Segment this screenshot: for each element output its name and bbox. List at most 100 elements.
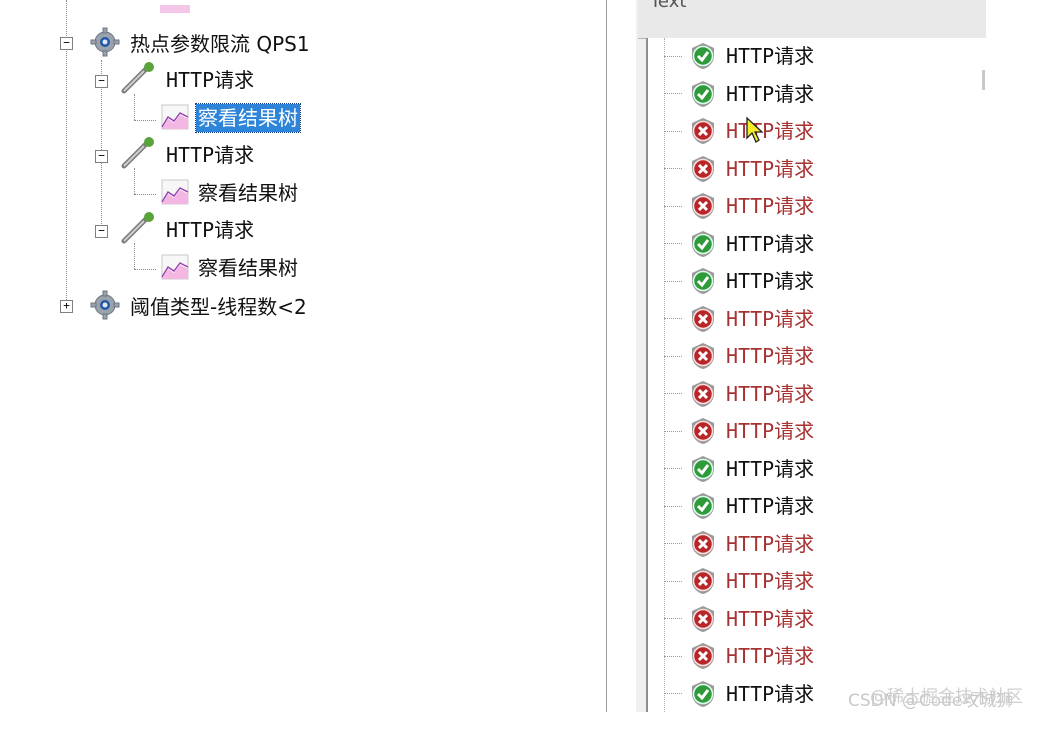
tree-connector	[664, 468, 682, 469]
tree-node-view-results-tree[interactable]: 察看结果树	[160, 101, 301, 135]
tree-connector	[664, 543, 682, 544]
tree-node-label: HTTP请求	[166, 143, 255, 167]
tree-node-http-request[interactable]: HTTP请求	[120, 211, 256, 249]
success-shield-icon	[688, 79, 718, 109]
result-tree-graph-icon	[160, 0, 190, 13]
collapse-toggle[interactable]: −	[95, 150, 108, 163]
result-item[interactable]: HTTP请求	[664, 639, 814, 673]
tree-node-http-request[interactable]: HTTP请求	[120, 62, 256, 97]
tree-connector	[664, 93, 682, 94]
result-item[interactable]: HTTP请求	[664, 677, 814, 711]
failure-shield-icon	[688, 191, 718, 221]
tree-connector	[134, 269, 156, 270]
tree-node-view-results-tree[interactable]: 察看结果树	[160, 251, 300, 285]
result-item[interactable]: HTTP请求	[664, 489, 814, 523]
result-item[interactable]: HTTP请求	[664, 39, 814, 73]
result-item-label: HTTP请求	[726, 44, 815, 68]
result-item[interactable]: HTTP请求	[664, 339, 814, 373]
result-item-label: HTTP请求	[726, 419, 815, 443]
expand-toggle[interactable]: +	[60, 300, 73, 313]
tree-node-http-request[interactable]: HTTP请求	[120, 137, 256, 172]
result-item-label: HTTP请求	[726, 494, 815, 518]
tree-node-hotspot-flow-limit[interactable]: 热点参数限流 QPS1	[88, 27, 312, 61]
tree-connector	[664, 655, 682, 657]
tree-node-threshold-thread-count[interactable]: 阈值类型-线程数<2	[88, 290, 309, 324]
watermark-text: @稀土掘金技术社区	[870, 687, 1023, 707]
result-item[interactable]: HTTP请求	[664, 452, 814, 486]
tree-connector	[664, 393, 682, 394]
result-item-label: HTTP请求	[726, 119, 815, 143]
failure-shield-icon	[688, 154, 718, 184]
result-item[interactable]: HTTP请求	[664, 527, 814, 561]
failure-shield-icon	[688, 604, 718, 634]
tree-node-view-results-tree[interactable]: 察看结果树	[160, 176, 300, 210]
collapse-toggle[interactable]: −	[95, 225, 108, 238]
tree-connector	[664, 55, 682, 57]
tree-connector	[134, 120, 156, 121]
result-item-label: HTTP请求	[726, 81, 815, 106]
result-item[interactable]: HTTP请求	[664, 264, 814, 298]
failure-shield-icon	[688, 529, 718, 559]
tree-connector	[664, 205, 682, 207]
tree-node-label: 察看结果树	[195, 103, 301, 133]
tree-connector	[664, 168, 682, 169]
result-item-label: HTTP请求	[726, 194, 815, 218]
mouse-cursor-icon	[745, 116, 765, 148]
result-item-label: HTTP请求	[726, 381, 815, 406]
failure-shield-icon	[688, 341, 718, 371]
scrollbar-thumb[interactable]	[982, 70, 985, 90]
failure-shield-icon	[688, 116, 718, 146]
success-shield-icon	[688, 229, 718, 259]
failure-shield-icon	[688, 416, 718, 446]
success-shield-icon	[688, 41, 718, 71]
result-item[interactable]: HTTP请求	[664, 189, 814, 223]
result-item[interactable]: HTTP请求	[664, 414, 814, 448]
sampler-pipette-icon	[120, 211, 158, 249]
result-item-label: HTTP请求	[726, 306, 815, 331]
tree-connector	[664, 243, 682, 244]
success-shield-icon	[688, 679, 718, 709]
success-shield-icon	[688, 266, 718, 296]
collapse-toggle[interactable]: −	[60, 37, 73, 50]
panel-divider[interactable]	[606, 0, 607, 712]
result-item[interactable]: HTTP请求	[664, 227, 814, 261]
result-item-label: HTTP请求	[726, 681, 815, 706]
failure-shield-icon	[688, 566, 718, 596]
result-item[interactable]: HTTP请求	[664, 377, 814, 411]
result-item[interactable]: HTTP请求	[664, 602, 814, 636]
sample-result-list[interactable]: HTTP请求 HTTP请求 HTTP请求 HTTP请求 HTTP请求 HTTP请求 HTTP…	[646, 38, 988, 712]
results-header: Text	[638, 0, 986, 39]
result-item[interactable]: HTTP请求	[664, 114, 814, 148]
result-item-label: HTTP请求	[726, 344, 815, 368]
failure-shield-icon	[688, 641, 718, 671]
result-item[interactable]: HTTP请求	[664, 152, 814, 186]
result-item-label: HTTP请求	[726, 156, 815, 181]
result-item[interactable]: HTTP请求	[664, 302, 814, 336]
result-tree-graph-icon	[160, 251, 192, 285]
result-item-label: HTTP请求	[726, 231, 815, 256]
result-item-label: HTTP请求	[726, 606, 815, 631]
tree-node-label: 察看结果树	[198, 256, 298, 280]
collapse-toggle[interactable]: −	[95, 75, 108, 88]
tree-connector	[664, 355, 682, 357]
tree-node-label: HTTP请求	[166, 218, 255, 242]
result-item-label: HTTP请求	[726, 269, 815, 293]
gear-icon	[88, 27, 122, 61]
tree-node-label: 热点参数限流 QPS1	[130, 32, 310, 56]
result-item-label: HTTP请求	[726, 531, 815, 556]
failure-shield-icon	[688, 379, 718, 409]
result-tree-graph-icon	[160, 176, 192, 210]
success-shield-icon	[688, 454, 718, 484]
tree-connector	[664, 505, 682, 507]
tree-connector	[134, 194, 156, 195]
tree-connector	[664, 280, 682, 282]
tree-connector	[664, 430, 682, 432]
tree-connector	[664, 318, 682, 319]
result-item[interactable]: HTTP请求	[664, 564, 814, 598]
result-tree-graph-icon	[160, 101, 192, 135]
tree-connector	[664, 580, 682, 582]
result-item[interactable]: HTTP请求	[664, 77, 814, 111]
tree-connector	[664, 693, 682, 694]
results-header-label: Text	[650, 0, 687, 12]
gear-icon	[88, 290, 122, 324]
